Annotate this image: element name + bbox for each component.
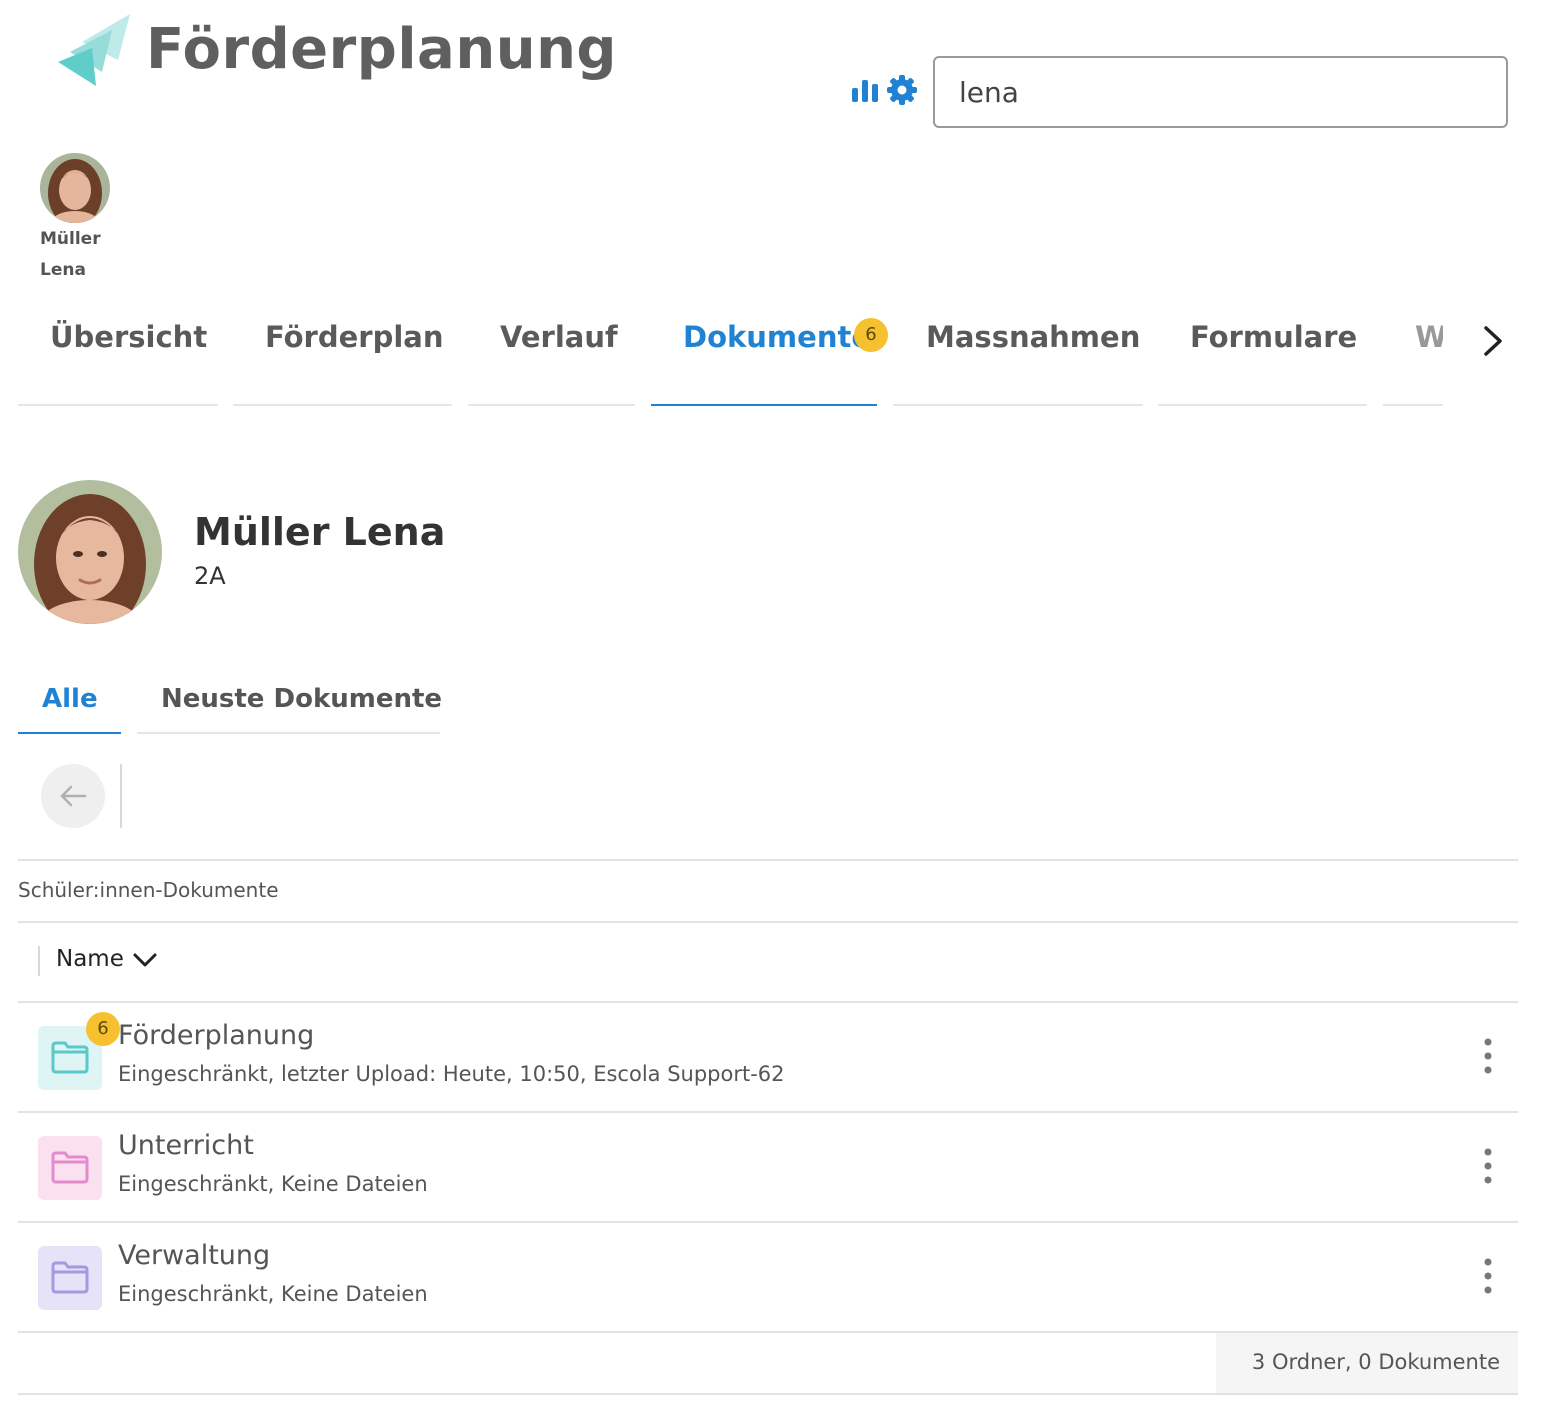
tab-label: Massnahmen: [926, 320, 1141, 354]
folder-icon-box: [38, 1136, 102, 1200]
sort-name-button[interactable]: Name: [56, 946, 124, 972]
subtab-underline: [18, 732, 121, 734]
folder-details: Eingeschränkt, Keine Dateien: [118, 1172, 428, 1196]
breadcrumb[interactable]: Schüler:innen-Dokumente: [18, 878, 279, 902]
folder-name: Unterricht: [118, 1130, 254, 1161]
subtab-label: Neuste Dokumente: [161, 684, 443, 714]
app-logo: [58, 14, 130, 86]
recent-student-avatar[interactable]: [40, 153, 110, 223]
tab-label: Dokumente: [683, 320, 871, 354]
tab-underline: [651, 404, 877, 406]
bar-chart-icon[interactable]: [851, 76, 879, 104]
divider: [18, 921, 1518, 923]
subtab-alle[interactable]: Alle: [18, 668, 121, 734]
divider: [18, 1393, 1518, 1395]
tab-massnahmen[interactable]: Massnahmen: [893, 300, 1143, 406]
chevron-down-icon[interactable]: [132, 950, 158, 970]
folder-details: Eingeschränkt, Keine Dateien: [118, 1282, 428, 1306]
folder-name: Verwaltung: [118, 1240, 271, 1271]
recent-student-last-name[interactable]: Müller: [40, 229, 101, 249]
column-divider: [38, 946, 40, 976]
tab-overflow[interactable]: W: [1383, 300, 1443, 406]
app-title: Förderplanung: [146, 17, 618, 82]
arrow-left-icon: [60, 785, 87, 807]
tab-label: Übersicht: [50, 320, 208, 354]
student-class: 2A: [194, 562, 226, 590]
student-avatar: [18, 480, 162, 624]
subtab-neuste-dokumente[interactable]: Neuste Dokumente: [137, 668, 443, 734]
divider: [18, 859, 1518, 861]
tab-label: Verlauf: [500, 320, 618, 354]
tab-underline: [1158, 404, 1367, 406]
toolbar-divider: [120, 764, 122, 828]
folder-icon: [51, 1261, 89, 1294]
tab-label: W: [1415, 320, 1443, 354]
folder-row-foerderplanung[interactable]: 6 Förderplanung Eingeschränkt, letzter U…: [18, 1002, 1518, 1112]
more-vertical-icon[interactable]: [1478, 1146, 1498, 1186]
tab-foerderplan[interactable]: Förderplan: [233, 300, 452, 406]
more-vertical-icon[interactable]: [1478, 1036, 1498, 1076]
back-button[interactable]: [41, 764, 105, 828]
subtab-underline: [137, 732, 440, 734]
tab-underline: [468, 404, 635, 406]
student-name: Müller Lena: [194, 510, 446, 554]
tab-formulare[interactable]: Formulare: [1158, 300, 1367, 406]
main-tab-bar: Übersicht Förderplan Verlauf Dokumente 6…: [18, 300, 1448, 406]
gear-icon[interactable]: [886, 74, 918, 106]
search-input[interactable]: [933, 56, 1508, 128]
recent-student-first-name[interactable]: Lena: [40, 260, 86, 280]
folder-name: Förderplanung: [118, 1020, 315, 1051]
folder-icon: [51, 1041, 89, 1074]
tab-underline: [1383, 404, 1443, 406]
more-vertical-icon[interactable]: [1478, 1256, 1498, 1296]
folder-icon: [51, 1151, 89, 1184]
chevron-right-icon[interactable]: [1478, 324, 1508, 358]
tab-underline: [893, 404, 1143, 406]
item-count: 3 Ordner, 0 Dokumente: [1251, 1350, 1500, 1374]
folder-row-unterricht[interactable]: Unterricht Eingeschränkt, Keine Dateien: [18, 1112, 1518, 1222]
tab-dokumente[interactable]: Dokumente 6: [651, 300, 888, 406]
folder-badge: 6: [86, 1012, 120, 1046]
folder-row-verwaltung[interactable]: Verwaltung Eingeschränkt, Keine Dateien: [18, 1222, 1518, 1332]
tab-underline: [233, 404, 452, 406]
folder-details: Eingeschränkt, letzter Upload: Heute, 10…: [118, 1062, 785, 1086]
tab-label: Förderplan: [265, 320, 444, 354]
tab-verlauf[interactable]: Verlauf: [468, 300, 635, 406]
tab-label: Formulare: [1190, 320, 1358, 354]
tab-underline: [18, 404, 218, 406]
subtab-label: Alle: [42, 684, 98, 714]
folder-icon-box: [38, 1246, 102, 1310]
tab-badge: 6: [854, 318, 888, 352]
tab-uebersicht[interactable]: Übersicht: [18, 300, 218, 406]
